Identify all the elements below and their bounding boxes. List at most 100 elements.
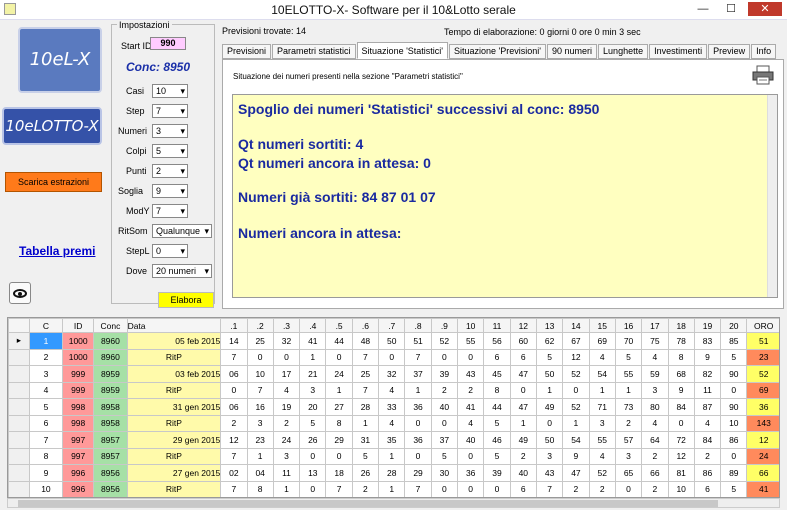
cell-c: 9 (28, 464, 64, 482)
column-header[interactable]: 16 (614, 318, 643, 333)
scroll-thumb[interactable] (18, 500, 718, 507)
column-header[interactable]: 18 (667, 318, 695, 333)
setting-select-numeri[interactable]: 3 (152, 124, 188, 138)
cell-number: 2 (457, 381, 485, 399)
start-id-field[interactable]: 990 (150, 37, 186, 50)
setting-select-stepl[interactable]: 0 (152, 244, 188, 258)
grid-row[interactable]: 4 999 8959 RitP 0 7 4 3 1 7 4 1 2 2 8 0 1 0 1 1 3 9 11 0 69 (8, 381, 779, 399)
tab-situazione-statistici[interactable]: Situazione 'Statistici' (356, 42, 449, 59)
cell-number: 8 (667, 348, 695, 366)
column-header[interactable]: .2 (246, 318, 274, 333)
cell-number: 39 (483, 464, 511, 482)
cell-number: 81 (667, 464, 695, 482)
printer-icon[interactable] (752, 65, 774, 85)
column-header[interactable]: 13 (535, 318, 564, 333)
column-header[interactable]: .1 (220, 318, 248, 333)
grid-row[interactable]: 8 997 8957 RitP 7 1 3 0 0 5 1 0 5 0 5 2 3 9 4 3 2 12 2 0 24 (8, 447, 779, 465)
grid-row[interactable]: 3 999 8959 03 feb 2015 06 10 17 21 24 25 32 37 39 43 4… (8, 365, 779, 383)
close-button[interactable]: ✕ (748, 2, 782, 16)
settings-title: Impostazioni (117, 20, 172, 30)
cell-id: 997 (62, 447, 95, 465)
grid-row[interactable]: 6 998 8958 RitP 2 3 2 5 8 1 4 0 0 4 5 1 0 1 3 2 4 0 4 10 143 (8, 414, 779, 432)
column-header[interactable]: 14 (562, 318, 590, 333)
grid-row[interactable]: 5 998 8958 31 gen 2015 06 16 19 20 27 28 33 36 40 41 4… (8, 398, 779, 416)
grid-row[interactable]: 9 996 8956 27 gen 2015 02 04 11 13 18 26 28 29 30 36 3… (8, 464, 779, 482)
setting-select-step[interactable]: 7 (152, 104, 188, 118)
cell-id: 998 (62, 414, 95, 432)
cell-number: 83 (693, 332, 722, 350)
prize-table-link[interactable]: Tabella premi (19, 244, 95, 258)
cell-number: 5 (430, 447, 459, 465)
tab-previsioni[interactable]: Previsioni (222, 44, 272, 59)
column-header[interactable]: 15 (588, 318, 616, 333)
cell-number: 47 (562, 464, 590, 482)
column-header[interactable]: 10 (457, 318, 485, 333)
column-header[interactable]: Conc (93, 318, 128, 333)
column-header[interactable]: .5 (325, 318, 353, 333)
statistici-panel: Situazione dei numeri presenti nella sez… (222, 59, 784, 309)
column-header[interactable]: .9 (430, 318, 459, 333)
setting-select-casi[interactable]: 10 (152, 84, 188, 98)
view-toggle-button[interactable] (9, 282, 31, 304)
cell-number: 12 (667, 447, 695, 465)
column-header[interactable]: 17 (641, 318, 669, 333)
column-header[interactable]: 11 (483, 318, 511, 333)
tab-preview[interactable]: Preview (708, 44, 751, 59)
setting-select-colpi[interactable]: 5 (152, 144, 188, 158)
download-draws-button[interactable]: Scarica estrazioni (5, 172, 102, 192)
tab-investimenti[interactable]: Investimenti (649, 44, 708, 59)
column-header[interactable]: ORO (746, 318, 779, 333)
setting-select-dove[interactable]: 20 numeri (152, 264, 212, 278)
statistici-textbox[interactable]: Spoglio dei numeri 'Statistici' successi… (232, 94, 778, 298)
cell-c: 3 (28, 365, 64, 383)
column-header[interactable]: ID (62, 318, 95, 333)
cell-number: 7 (325, 480, 353, 497)
column-header[interactable]: .4 (299, 318, 327, 333)
setting-select-punti[interactable]: 2 (152, 164, 188, 178)
vertical-scrollbar[interactable] (767, 95, 777, 297)
grid-row[interactable]: ▸ 1 1000 8960 05 feb 2015 14 25 32 41 44 48 50 51 52 5… (8, 332, 779, 350)
row-selector (8, 365, 30, 383)
minimize-button[interactable]: — (691, 2, 715, 16)
column-header[interactable]: 12 (509, 318, 537, 333)
cell-number: 5 (483, 414, 511, 432)
grid-row[interactable]: 7 997 8957 29 gen 2015 12 23 24 26 29 31 35 36 37 40 4… (8, 431, 779, 449)
elabora-button[interactable]: Elabora (158, 292, 214, 308)
column-header[interactable] (8, 318, 30, 333)
tab-situazione-previsioni[interactable]: Situazione 'Previsioni' (449, 44, 547, 59)
column-header[interactable]: 19 (693, 318, 722, 333)
column-header[interactable]: 20 (720, 318, 748, 333)
setting-select-soglia[interactable]: 9 (152, 184, 188, 198)
cell-number: 57 (614, 431, 643, 449)
column-header[interactable]: .6 (351, 318, 380, 333)
cell-data: RitP (126, 414, 222, 432)
cell-oro: 36 (746, 398, 779, 416)
grid-row[interactable]: 2 1000 8960 RitP 7 0 0 1 0 7 0 7 0 0 6 6 5 12 4 5 4 8 9 5 23 (8, 348, 779, 366)
cell-number: 71 (588, 398, 616, 416)
tab-info[interactable]: Info (751, 44, 777, 59)
maximize-button[interactable]: ☐ (719, 2, 743, 16)
cell-number: 84 (667, 398, 695, 416)
tab-parametri-statistici[interactable]: Parametri statistici (272, 44, 356, 59)
cell-number: 0 (720, 381, 748, 399)
cell-number: 50 (535, 431, 564, 449)
cell-number: 4 (272, 381, 301, 399)
setting-select-mody[interactable]: 7 (152, 204, 188, 218)
draws-grid[interactable]: C ID Conc Data .1.2.3.4.5.6.7.8.9 10 11 12 13 14 1… (7, 317, 780, 498)
tab-lunghette[interactable]: Lunghette (598, 44, 649, 59)
grid-row[interactable]: 10 996 8956 RitP 7 8 1 0 7 2 1 7 0 0 0 6 7 2 2 0 2 10 6 5 41 (8, 480, 779, 497)
cell-number: 0 (457, 447, 485, 465)
predictions-found: Previsioni trovate: 14 (222, 26, 307, 36)
column-header[interactable]: .8 (404, 318, 432, 333)
row-selector (8, 464, 30, 482)
cell-oro: 143 (746, 414, 779, 432)
setting-select-ritsom[interactable]: Qualunque (152, 224, 212, 238)
setting-label-numeri: Numeri (118, 126, 148, 136)
column-header[interactable]: Data (126, 318, 222, 333)
cell-number: 4 (378, 414, 406, 432)
horizontal-scrollbar[interactable] (7, 498, 780, 508)
column-header[interactable]: C (28, 318, 64, 333)
column-header[interactable]: .7 (378, 318, 406, 333)
tab-90-numeri[interactable]: 90 numeri (547, 44, 598, 59)
column-header[interactable]: .3 (272, 318, 301, 333)
